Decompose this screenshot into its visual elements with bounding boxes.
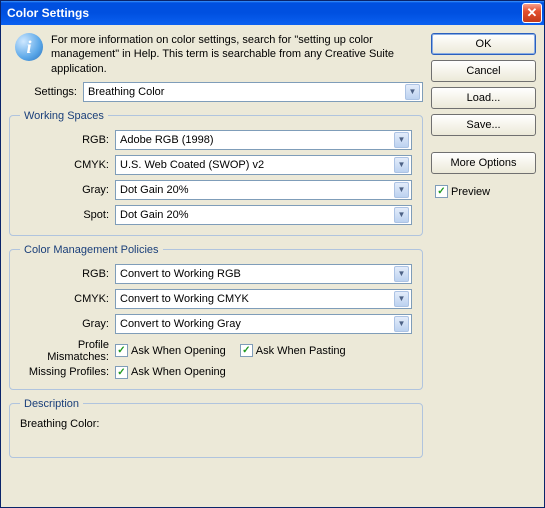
info-row: i For more information on color settings… <box>9 33 423 76</box>
chevron-down-icon: ▼ <box>405 84 420 100</box>
load-button[interactable]: Load... <box>431 87 536 109</box>
side-column: OK Cancel Load... Save... More Options ✓… <box>431 33 536 499</box>
working-spaces-legend: Working Spaces <box>20 110 108 122</box>
info-text: For more information on color settings, … <box>51 33 423 76</box>
chevron-down-icon: ▼ <box>394 132 409 148</box>
policies-group: Color Management Policies RGB: Convert t… <box>9 244 423 390</box>
missing-open-label[interactable]: Ask When Opening <box>131 366 226 378</box>
mismatch-paste-label[interactable]: Ask When Pasting <box>256 345 346 357</box>
ws-spot-select[interactable]: Dot Gain 20% ▼ <box>115 205 412 225</box>
preview-label[interactable]: Preview <box>451 186 490 198</box>
chevron-down-icon: ▼ <box>394 266 409 282</box>
ok-button[interactable]: OK <box>431 33 536 55</box>
content-area: i For more information on color settings… <box>1 25 544 507</box>
description-group: Description Breathing Color: <box>9 398 423 458</box>
preview-checkbox[interactable]: ✓ <box>435 185 448 198</box>
working-spaces-group: Working Spaces RGB: Adobe RGB (1998) ▼ C… <box>9 110 423 236</box>
titlebar: Color Settings ✕ <box>1 1 544 25</box>
chevron-down-icon: ▼ <box>394 157 409 173</box>
pol-cmyk-label: CMYK: <box>20 293 115 305</box>
policies-legend: Color Management Policies <box>20 244 163 256</box>
main-column: i For more information on color settings… <box>9 33 423 499</box>
window-title: Color Settings <box>7 6 89 20</box>
cancel-button[interactable]: Cancel <box>431 60 536 82</box>
chevron-down-icon: ▼ <box>394 182 409 198</box>
mismatch-open-checkbox[interactable]: ✓ <box>115 344 128 357</box>
ws-cmyk-label: CMYK: <box>20 159 115 171</box>
settings-row: Settings: Breathing Color ▼ <box>9 82 423 102</box>
save-button[interactable]: Save... <box>431 114 536 136</box>
close-button[interactable]: ✕ <box>522 3 542 23</box>
description-legend: Description <box>20 398 83 410</box>
missing-label: Missing Profiles: <box>20 366 115 378</box>
mismatch-open-label[interactable]: Ask When Opening <box>131 345 226 357</box>
pol-rgb-label: RGB: <box>20 268 115 280</box>
ws-gray-label: Gray: <box>20 184 115 196</box>
pol-rgb-select[interactable]: Convert to Working RGB ▼ <box>115 264 412 284</box>
info-icon: i <box>15 33 43 61</box>
chevron-down-icon: ▼ <box>394 316 409 332</box>
ws-cmyk-select[interactable]: U.S. Web Coated (SWOP) v2 ▼ <box>115 155 412 175</box>
chevron-down-icon: ▼ <box>394 291 409 307</box>
settings-value: Breathing Color <box>88 86 164 98</box>
chevron-down-icon: ▼ <box>394 207 409 223</box>
more-options-button[interactable]: More Options <box>431 152 536 174</box>
ws-rgb-select[interactable]: Adobe RGB (1998) ▼ <box>115 130 412 150</box>
pol-gray-select[interactable]: Convert to Working Gray ▼ <box>115 314 412 334</box>
missing-open-checkbox[interactable]: ✓ <box>115 366 128 379</box>
color-settings-dialog: Color Settings ✕ i For more information … <box>0 0 545 508</box>
description-text: Breathing Color: <box>20 418 412 430</box>
ws-spot-label: Spot: <box>20 209 115 221</box>
mismatch-paste-checkbox[interactable]: ✓ <box>240 344 253 357</box>
pol-cmyk-select[interactable]: Convert to Working CMYK ▼ <box>115 289 412 309</box>
pol-gray-label: Gray: <box>20 318 115 330</box>
close-icon: ✕ <box>527 5 538 21</box>
ws-gray-select[interactable]: Dot Gain 20% ▼ <box>115 180 412 200</box>
mismatch-label: Profile Mismatches: <box>20 339 115 363</box>
ws-rgb-label: RGB: <box>20 134 115 146</box>
settings-label: Settings: <box>17 86 77 98</box>
settings-select[interactable]: Breathing Color ▼ <box>83 82 423 102</box>
